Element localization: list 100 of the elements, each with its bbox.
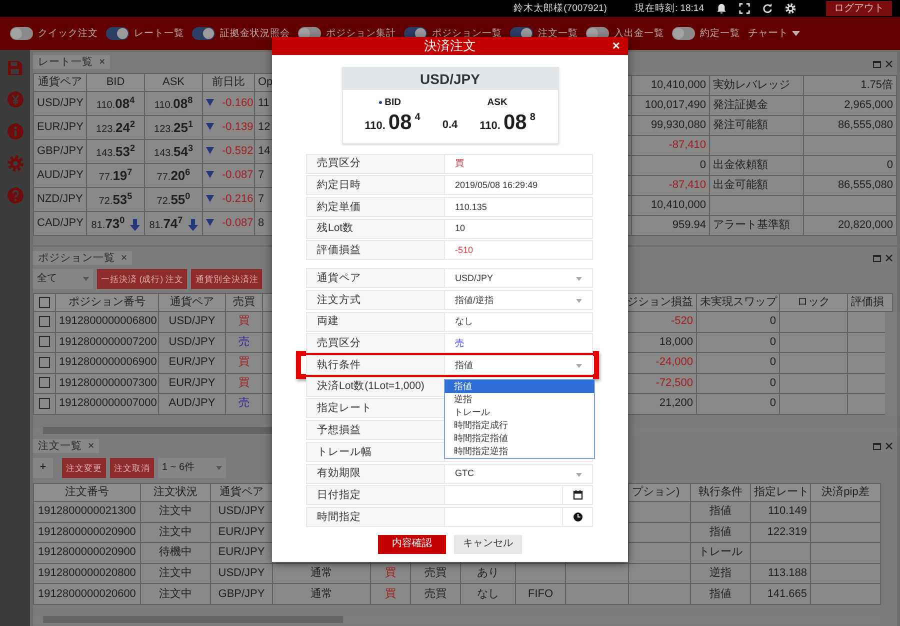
- close-button[interactable]: ×: [612, 38, 620, 54]
- down-triangle-icon: [206, 98, 214, 106]
- column-header: 通貨ペア: [34, 74, 86, 92]
- toggle-switch[interactable]: [672, 27, 695, 40]
- table-cell: 売買: [410, 563, 460, 584]
- checkbox[interactable]: [39, 316, 50, 327]
- dropdown-option[interactable]: 時間指定逆指: [445, 445, 594, 458]
- bell-icon[interactable]: [716, 3, 727, 14]
- panel-tab[interactable]: ポジション一覧 ×: [33, 250, 132, 266]
- column-header: 通貨ペア: [158, 294, 226, 312]
- toggle-label: ポジション一覧: [432, 28, 502, 39]
- table-cell: 買: [226, 352, 262, 373]
- maximize-icon[interactable]: [873, 442, 881, 450]
- table-cell: 1912800000020800: [34, 563, 140, 584]
- table-cell: 0: [696, 352, 780, 373]
- dropdown-option[interactable]: 逆指: [445, 393, 594, 406]
- table-cell: 0: [696, 394, 780, 414]
- change-value: -0.087: [222, 216, 254, 229]
- fullscreen-icon[interactable]: [739, 3, 750, 14]
- action-button[interactable]: 通貨別全決済注: [191, 269, 262, 289]
- dropdown-option[interactable]: 指値: [445, 380, 594, 394]
- change-value: -0.592: [222, 144, 254, 157]
- column-header: 決済pip差: [810, 484, 880, 502]
- ask-price: 110.08$^{8}$: [480, 112, 536, 134]
- caret-icon: [83, 277, 89, 281]
- checkbox[interactable]: [39, 398, 50, 409]
- close-button[interactable]: ×: [88, 440, 94, 452]
- dropdown-option[interactable]: 時間指定指値: [445, 432, 594, 446]
- table-cell: 指値: [690, 584, 750, 604]
- checkbox[interactable]: [39, 296, 50, 308]
- price-text: 77.19$^{7}$: [98, 170, 132, 183]
- maximize-icon[interactable]: [873, 60, 881, 68]
- table-cell: 1912800000020900: [34, 542, 140, 564]
- table-cell: EUR/JPY: [158, 352, 226, 373]
- table-cell: FIFO: [516, 584, 566, 604]
- price-text: 77.20$^{6}$: [156, 170, 190, 183]
- close-icon[interactable]: [885, 60, 893, 68]
- add-button[interactable]: +: [33, 458, 53, 478]
- toggle-label: 証拠金状況照会: [220, 28, 290, 40]
- table-cell: 注文中: [140, 584, 210, 604]
- panel-tab[interactable]: レート一覧 ×: [33, 54, 110, 70]
- toggle-switch[interactable]: [192, 27, 215, 40]
- price-text: 72.53$^{5}$: [98, 194, 132, 207]
- close-button[interactable]: ×: [121, 252, 128, 264]
- table-cell: アラート基準額: [710, 216, 804, 236]
- close-button[interactable]: ×: [99, 56, 106, 68]
- down-triangle-icon: [206, 170, 214, 178]
- cancel-button[interactable]: キャンセル: [454, 534, 522, 554]
- field-label: 売買区分: [307, 154, 444, 173]
- page-select[interactable]: 1 ~ 6件: [158, 458, 226, 478]
- checkbox[interactable]: [39, 356, 50, 368]
- change-value: -0.160: [222, 96, 254, 109]
- table-cell: 10,410,000: [632, 196, 710, 216]
- table-cell: 出金可能額: [710, 176, 804, 196]
- checkbox[interactable]: [39, 336, 50, 348]
- refresh-icon[interactable]: [762, 3, 773, 14]
- table-cell: 86,555,080: [804, 176, 896, 196]
- table-cell: GBP/JPY: [210, 584, 272, 604]
- close-icon[interactable]: [885, 254, 893, 262]
- close-icon[interactable]: [885, 442, 893, 450]
- table-cell: GBP/JPY: [34, 140, 86, 164]
- column-header: 執行条件: [690, 484, 750, 502]
- field-label: 指定レート: [307, 399, 444, 418]
- chart-menu[interactable]: チャート: [748, 28, 800, 40]
- toggle-switch[interactable]: [10, 27, 33, 40]
- logout-button[interactable]: ログアウト: [826, 1, 892, 16]
- table-cell: 売: [226, 394, 262, 414]
- action-button[interactable]: 注文変更: [62, 458, 106, 478]
- select-value: 全て: [37, 273, 57, 285]
- dropdown-option[interactable]: 時間指定成行: [445, 419, 594, 432]
- column-header: 指定レート: [750, 484, 810, 502]
- table-cell: NZD/JPY: [34, 188, 86, 212]
- panel-tab[interactable]: 注文一覧 ×: [33, 438, 100, 454]
- table-cell: 指値: [690, 502, 750, 522]
- table-cell: 1912800000007200: [56, 332, 158, 352]
- select-field[interactable]: 指値: [444, 356, 592, 374]
- table-cell: 実効レバレッジ: [710, 76, 804, 96]
- field-label: トレール幅: [307, 442, 444, 461]
- down-triangle-icon: [206, 194, 214, 202]
- column-header: プション): [628, 484, 690, 502]
- caret-icon: [792, 31, 800, 36]
- action-button[interactable]: 注文取消: [110, 458, 154, 478]
- table-cell: 通常: [272, 563, 370, 584]
- maximize-icon[interactable]: [873, 254, 881, 262]
- column-header: 未実現スワップ: [696, 294, 780, 312]
- change-value: -0.087: [222, 168, 254, 181]
- column-header: ASK: [144, 74, 202, 92]
- column-header: 売買: [226, 294, 262, 312]
- table-cell: 0: [632, 156, 710, 176]
- price-text: 123.24$^{2}$: [96, 122, 135, 135]
- bid-price: 110.08$^{4}$: [364, 112, 420, 134]
- action-button[interactable]: 一括決済 (成行) 注文: [97, 269, 188, 289]
- confirm-button[interactable]: 内容確認: [378, 534, 446, 554]
- column-header: 評価損: [848, 294, 892, 312]
- checkbox[interactable]: [39, 377, 50, 388]
- toggle-switch[interactable]: [106, 27, 129, 40]
- filter-select[interactable]: 全て: [33, 269, 93, 289]
- dropdown-option[interactable]: トレール: [445, 406, 594, 420]
- price-text: 110.08$^{8}$: [154, 98, 193, 111]
- table-cell: 逆指: [690, 563, 750, 584]
